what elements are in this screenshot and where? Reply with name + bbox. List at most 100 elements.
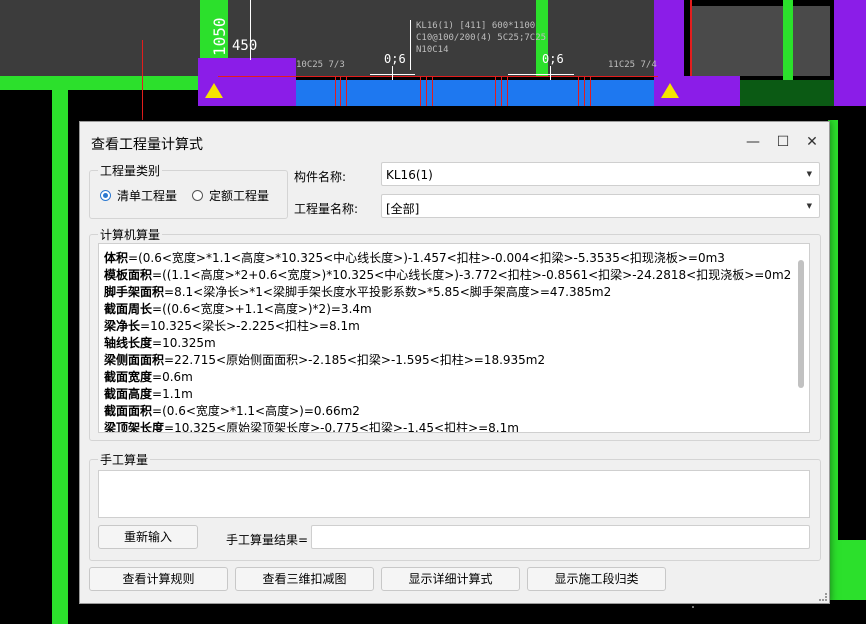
- view-calc-rules-button[interactable]: 查看计算规则: [89, 567, 228, 591]
- red-line: [346, 76, 347, 106]
- radio-quota-quantity[interactable]: 定额工程量: [192, 187, 269, 204]
- formula-name: 截面宽度: [104, 370, 153, 384]
- radio-unselected-icon[interactable]: [192, 190, 203, 201]
- group-label: 工程量类别: [98, 162, 163, 179]
- chevron-down-icon: ▼: [806, 202, 812, 210]
- red-line: [335, 76, 336, 106]
- grid-dot: [692, 606, 694, 608]
- selected-beam[interactable]: [296, 80, 654, 106]
- slab-region: [0, 0, 200, 76]
- formula-name: 轴线长度: [104, 336, 153, 350]
- quantity-type-group: 工程量类别 清单工程量 定额工程量: [89, 162, 288, 219]
- formula-line: 截面周长=((0.6<宽度>+1.1<高度>)*2)=3.4m: [104, 300, 372, 317]
- red-line: [432, 76, 433, 106]
- quantity-name-label: 工程量名称:: [294, 202, 359, 216]
- radio-label: 清单工程量: [117, 189, 178, 203]
- rebar-mark: [410, 20, 411, 70]
- formula-name: 模板面积: [104, 268, 153, 282]
- formula-line: 梁净长=10.325<梁长>-2.225<扣柱>=8.1m: [104, 317, 360, 334]
- radio-label: 定额工程量: [209, 189, 270, 203]
- purple-column: [834, 0, 866, 106]
- formula-name: 截面面积: [104, 404, 153, 418]
- mark-label: 0;6: [542, 52, 564, 66]
- formula-line: 轴线长度=10.325m: [104, 334, 216, 351]
- close-button[interactable]: ✕: [802, 132, 822, 152]
- resize-grip-icon[interactable]: [819, 593, 827, 601]
- red-edge: [690, 0, 692, 76]
- red-line: [590, 76, 591, 106]
- dialog-title: 查看工程量计算式: [91, 137, 203, 153]
- manual-result-input[interactable]: [311, 525, 810, 549]
- component-name-dropdown[interactable]: KL16(1) ▼: [381, 162, 820, 186]
- red-line: [142, 40, 143, 120]
- green-column: [828, 540, 866, 600]
- formula-name: 梁净长: [104, 319, 141, 333]
- radio-bill-quantity[interactable]: 清单工程量: [100, 187, 177, 204]
- green-beam: [0, 76, 200, 90]
- dimension-450: 450: [232, 38, 258, 54]
- group-label: 手工算量: [98, 451, 151, 468]
- show-segment-grouping-button[interactable]: 显示施工段归类: [527, 567, 666, 591]
- formula-line: 梁侧面面积=22.715<原始侧面面积>-2.185<扣梁>-1.595<扣柱>…: [104, 351, 545, 368]
- manual-result-label: 手工算量结果=: [226, 533, 309, 547]
- quantity-name-dropdown[interactable]: [全部] ▼: [381, 194, 820, 218]
- title-bar[interactable]: 查看工程量计算式 — ☐ ✕: [80, 122, 829, 162]
- red-line: [507, 76, 508, 106]
- view-3d-deduction-button[interactable]: 查看三维扣减图: [235, 567, 374, 591]
- dark-region: [740, 80, 834, 106]
- rebar-mark: [370, 74, 415, 75]
- rebar-mark: [508, 74, 574, 75]
- green-column: [52, 90, 68, 624]
- component-name-label: 构件名称:: [294, 170, 347, 184]
- maximize-button[interactable]: ☐: [773, 132, 793, 152]
- formula-expr: =10.325m: [152, 336, 216, 350]
- red-line: [340, 76, 341, 106]
- minimize-button[interactable]: —: [743, 132, 763, 152]
- red-line: [426, 76, 427, 106]
- formula-expr: =22.715<原始侧面面积>-2.185<扣梁>-1.595<扣柱>=18.9…: [164, 353, 546, 367]
- formula-expr: =10.325<原始梁顶架长度>-0.775<扣梁>-1.45<扣柱>=8.1m: [164, 421, 519, 433]
- formula-line: 模板面积=((1.1<高度>*2+0.6<宽度>)*10.325<中心线长度>)…: [104, 266, 791, 283]
- calc-formula-dialog: 查看工程量计算式 — ☐ ✕ 工程量类别 清单工程量 定额工程量 构件名称: K…: [79, 121, 830, 604]
- show-detailed-formula-button[interactable]: 显示详细计算式: [381, 567, 520, 591]
- rebar-label-right: 11C25 7/4: [608, 60, 657, 70]
- vertical-scrollbar[interactable]: [798, 260, 804, 388]
- formula-expr: =(0.6<宽度>*1.1<高度>)=0.66m2: [152, 404, 360, 418]
- formula-line: 截面高度=1.1m: [104, 385, 193, 402]
- formula-name: 脚手架面积: [104, 285, 165, 299]
- formula-expr: =10.325<梁长>-2.225<扣柱>=8.1m: [140, 319, 360, 333]
- green-column: [783, 0, 793, 80]
- formula-name: 梁顶架长度: [104, 421, 165, 433]
- formula-name: 体积: [104, 251, 129, 265]
- manual-calc-textarea[interactable]: [98, 470, 810, 518]
- quantity-name-value: [全部]: [386, 202, 420, 216]
- mark-label: 0;6: [384, 52, 406, 66]
- formula-expr: =((1.1<高度>*2+0.6<宽度>)*10.325<中心线长度>)-3.7…: [152, 268, 792, 282]
- red-line: [420, 76, 421, 106]
- red-line: [495, 76, 496, 106]
- formula-line: 梁顶架长度=10.325<原始梁顶架长度>-0.775<扣梁>-1.45<扣柱>…: [104, 419, 519, 433]
- radio-selected-icon[interactable]: [100, 190, 111, 201]
- reenter-button[interactable]: 重新输入: [98, 525, 198, 549]
- formula-name: 截面高度: [104, 387, 153, 401]
- formula-line: 截面宽度=0.6m: [104, 368, 193, 385]
- formula-expr: =8.1<梁净长>*1<梁脚手架长度水平投影系数>*5.85<脚手架高度>=47…: [164, 285, 612, 299]
- red-line: [501, 76, 502, 106]
- rebar-mark: [392, 66, 393, 80]
- beam-annotation-line: N10C14: [416, 45, 449, 55]
- formula-expr: =((0.6<宽度>+1.1<高度>)*2)=3.4m: [152, 302, 372, 316]
- group-label: 计算机算量: [98, 226, 163, 243]
- slab-region: [690, 6, 830, 76]
- red-line: [584, 76, 585, 106]
- rebar-mark: [550, 66, 551, 80]
- red-edge: [218, 76, 658, 77]
- chevron-down-icon: ▼: [806, 170, 812, 178]
- support-triangle: [205, 83, 223, 98]
- red-line: [578, 76, 579, 106]
- calc-formula-list[interactable]: 体积=(0.6<宽度>*1.1<高度>*10.325<中心线长度>)-1.457…: [98, 243, 810, 433]
- formula-name: 截面周长: [104, 302, 153, 316]
- formula-line: 截面面积=(0.6<宽度>*1.1<高度>)=0.66m2: [104, 402, 360, 419]
- beam-annotation-line: KL16(1) [411] 600*1100: [416, 21, 536, 31]
- formula-name: 梁侧面面积: [104, 353, 165, 367]
- beam-annotation-line: C10@100/200(4) 5C25;7C25: [416, 33, 547, 43]
